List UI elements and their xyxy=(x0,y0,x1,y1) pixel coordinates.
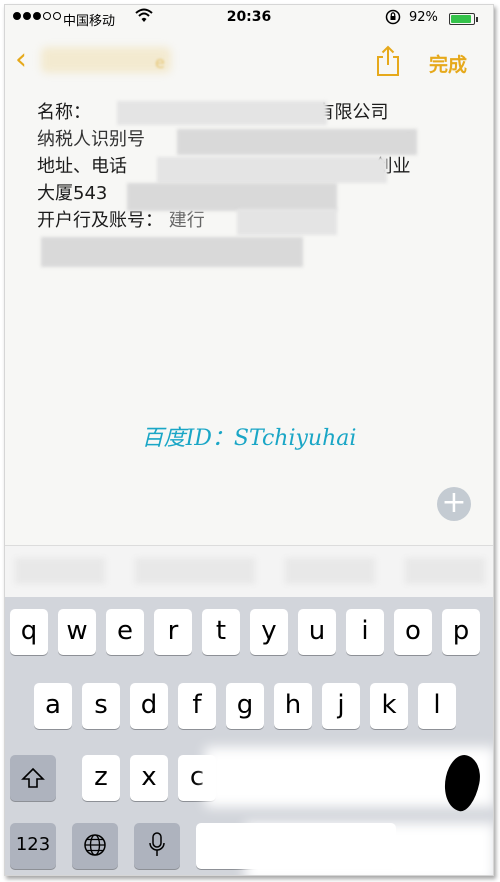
note-line-label: 纳税人识别号 xyxy=(37,129,145,150)
shift-icon[interactable] xyxy=(10,755,56,801)
key-l[interactable]: l xyxy=(418,683,456,729)
keyboard: q w e r t y u i o p a s d f g h j k l z … xyxy=(5,597,493,875)
key-t[interactable]: t xyxy=(202,609,240,655)
redaction-mosaic xyxy=(41,237,303,267)
blurred-suggestion[interactable] xyxy=(135,558,255,584)
note-line-tail: 建行 xyxy=(168,210,205,231)
share-icon[interactable] xyxy=(375,45,401,77)
obscured-area xyxy=(245,823,493,875)
battery-percent: 92% xyxy=(409,10,438,25)
blurred-suggestion[interactable] xyxy=(405,558,485,584)
key-i[interactable]: i xyxy=(346,609,384,655)
key-h[interactable]: h xyxy=(274,683,312,729)
phone-screen: 中国移动 20:36 92% ‹ e 完成 名称： 有限公司 纳税人识别号 地址… xyxy=(4,4,494,876)
back-label-blurred[interactable] xyxy=(41,47,171,73)
plus-icon[interactable]: + xyxy=(437,487,471,521)
note-line-label: 开户行及账号： xyxy=(37,210,163,231)
key-u[interactable]: u xyxy=(298,609,336,655)
key-z[interactable]: z xyxy=(82,755,120,801)
key-r[interactable]: r xyxy=(154,609,192,655)
note-line-label: 名称： xyxy=(37,102,91,123)
key-f[interactable]: f xyxy=(178,683,216,729)
key-w[interactable]: w xyxy=(58,609,96,655)
key-j[interactable]: j xyxy=(322,683,360,729)
redaction-mosaic xyxy=(117,101,327,125)
microphone-icon[interactable] xyxy=(134,823,180,869)
battery-level xyxy=(451,15,472,23)
key-s[interactable]: s xyxy=(82,683,120,729)
redaction-mosaic xyxy=(127,183,337,211)
redaction-mosaic xyxy=(157,157,387,183)
redaction-mosaic xyxy=(237,209,337,235)
status-bar: 中国移动 20:36 92% xyxy=(5,5,493,31)
key-a[interactable]: a xyxy=(34,683,72,729)
back-chevron-icon[interactable]: ‹ xyxy=(15,45,27,75)
globe-icon[interactable] xyxy=(72,823,118,869)
key-g[interactable]: g xyxy=(226,683,264,729)
watermark-text: 百度ID：STchiyuhai xyxy=(141,426,357,451)
battery-icon xyxy=(449,13,478,25)
note-line-label: 地址、电话 xyxy=(37,156,127,177)
key-d[interactable]: d xyxy=(130,683,168,729)
key-p[interactable]: p xyxy=(442,609,480,655)
blurred-suggestion[interactable] xyxy=(285,558,375,584)
note-line-label: 大厦543 xyxy=(37,183,108,204)
key-y[interactable]: y xyxy=(250,609,288,655)
key-x[interactable]: x xyxy=(130,755,168,801)
redaction-mosaic xyxy=(177,129,417,155)
suggestion-bar[interactable] xyxy=(5,545,493,598)
navigation-bar: ‹ e 完成 xyxy=(5,33,493,89)
key-q[interactable]: q xyxy=(10,609,48,655)
note-line-tail: 有限公司 xyxy=(316,102,389,123)
numbers-key[interactable]: 123 xyxy=(10,823,56,869)
key-k[interactable]: k xyxy=(370,683,408,729)
key-e[interactable]: e xyxy=(106,609,144,655)
done-button[interactable]: 完成 xyxy=(429,50,467,77)
blurred-suggestion[interactable] xyxy=(15,558,105,584)
key-o[interactable]: o xyxy=(394,609,432,655)
back-label[interactable]: e xyxy=(155,53,165,72)
rotation-lock-icon xyxy=(385,9,401,29)
note-body[interactable]: 名称： 有限公司 纳税人识别号 0 地址、电话 创业 大厦543 开户行及账号：… xyxy=(37,99,477,267)
